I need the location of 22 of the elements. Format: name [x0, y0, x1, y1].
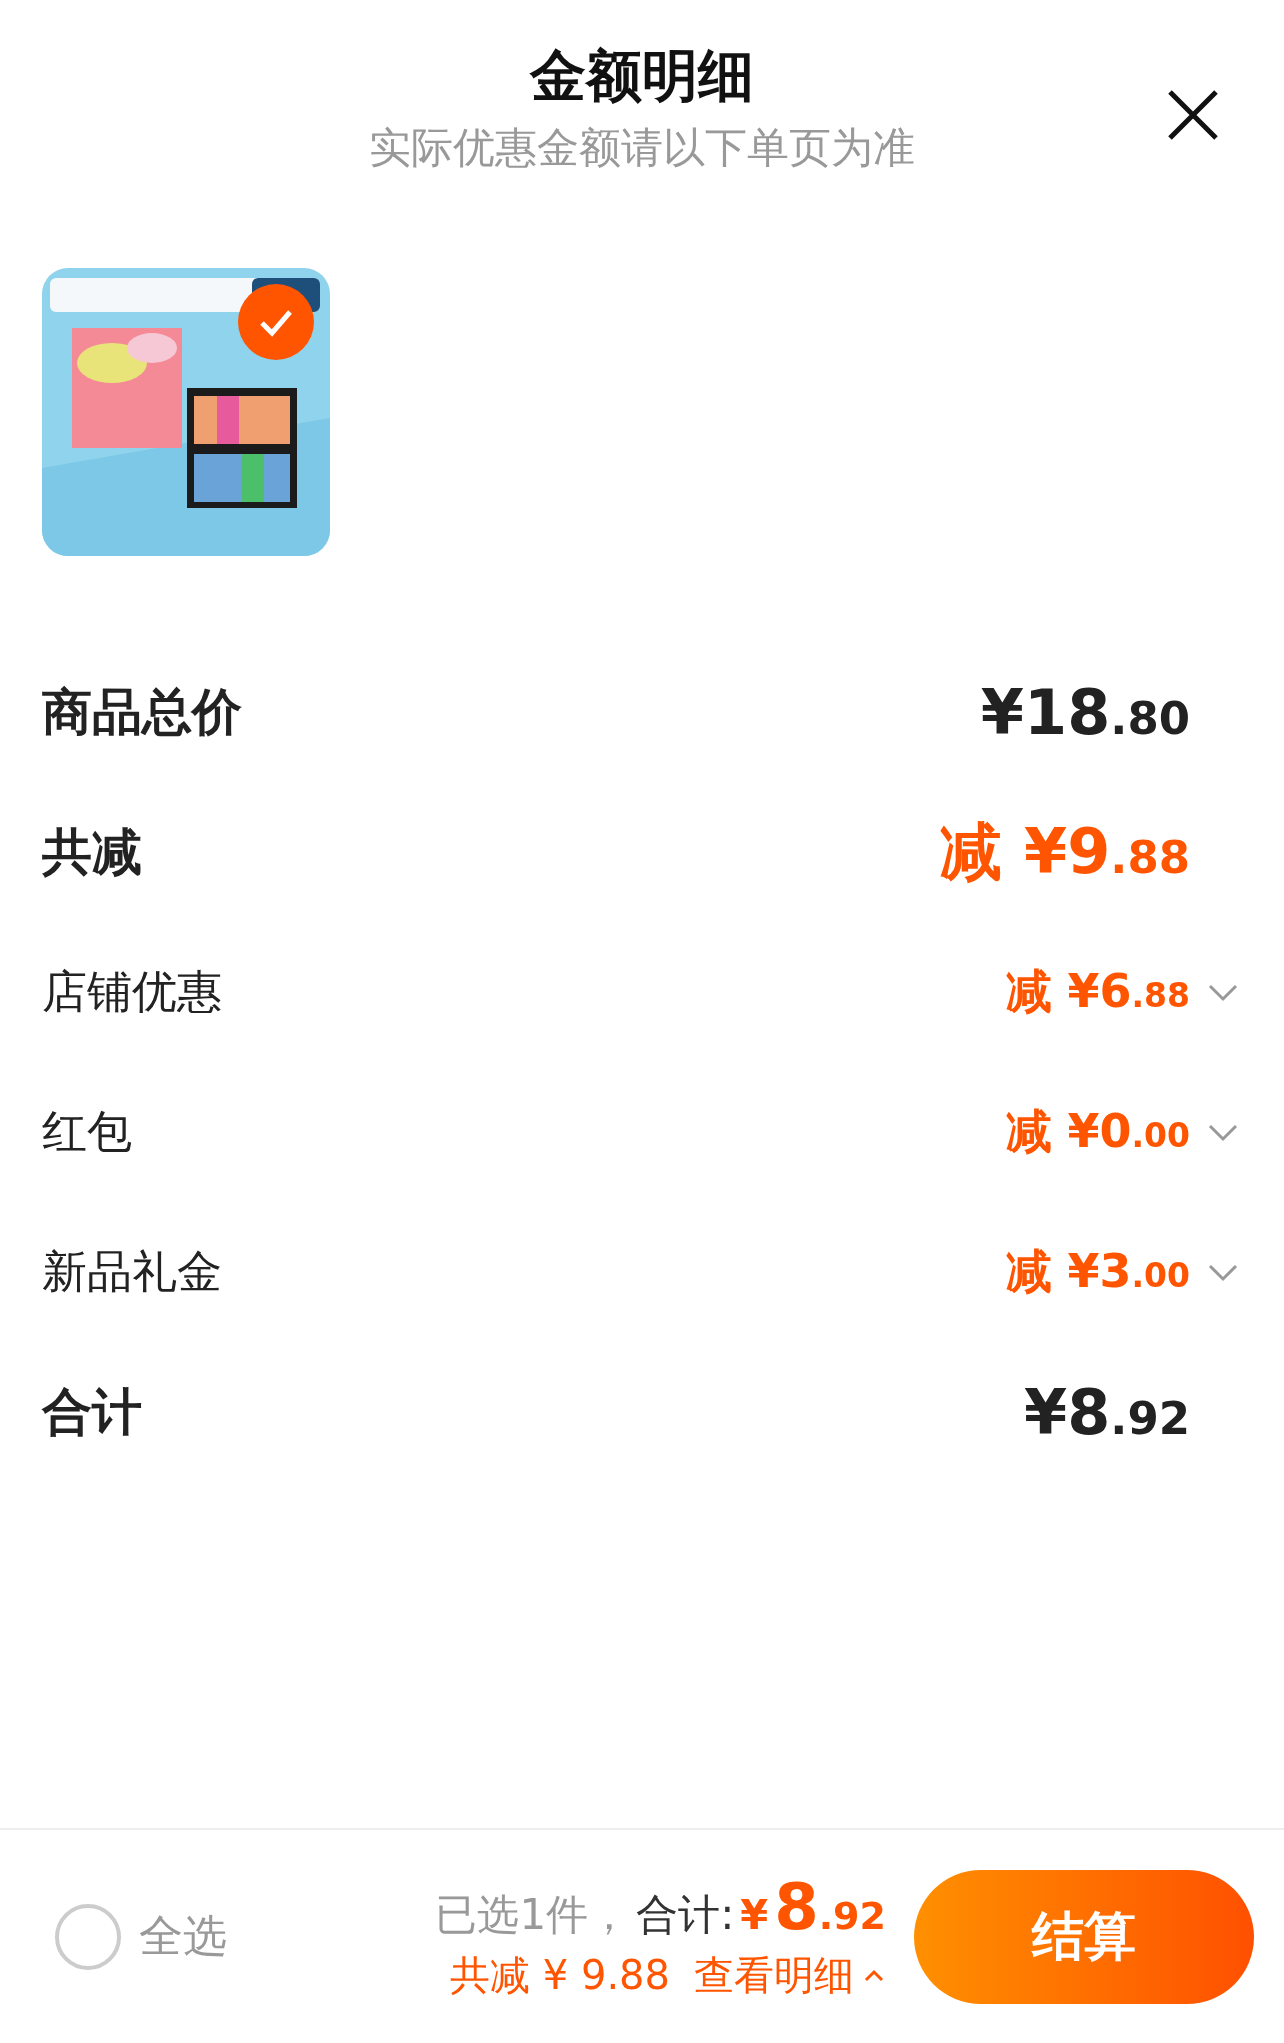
row-label: 共减: [42, 821, 142, 883]
total-amount: 8.92: [774, 1870, 886, 1944]
row-label: 合计: [42, 1381, 142, 1443]
amount-value: 减 ¥0.00: [1005, 1103, 1190, 1160]
currency-sign: ¥: [740, 1892, 769, 1938]
view-details-link[interactable]: 查看明细: [694, 1948, 886, 2003]
row-label: 新品礼金: [42, 1244, 222, 1300]
amount-value: 减 ¥9.88: [940, 814, 1190, 890]
selected-count: 已选1件，: [435, 1889, 631, 1941]
amount-value: 减 ¥6.88: [1005, 963, 1190, 1020]
sheet-subtitle: 实际优惠金额请以下单页为准: [369, 122, 915, 174]
amount-value: ¥18.80: [980, 675, 1190, 749]
row-label: 店铺优惠: [42, 964, 222, 1020]
checkout-button[interactable]: 结算: [914, 1869, 1254, 2004]
row-label: 红包: [42, 1104, 132, 1160]
sheet-title: 金额明细: [530, 42, 754, 110]
row-label: 商品总价: [42, 681, 242, 743]
select-all-label: 全选: [139, 1909, 227, 1963]
savings-text: 共减 ¥ 9.88: [450, 1951, 670, 2000]
amount-value: ¥8.92: [1024, 1375, 1190, 1449]
total-label: 合计:: [636, 1889, 735, 1941]
amount-value: 减 ¥3.00: [1005, 1243, 1190, 1300]
